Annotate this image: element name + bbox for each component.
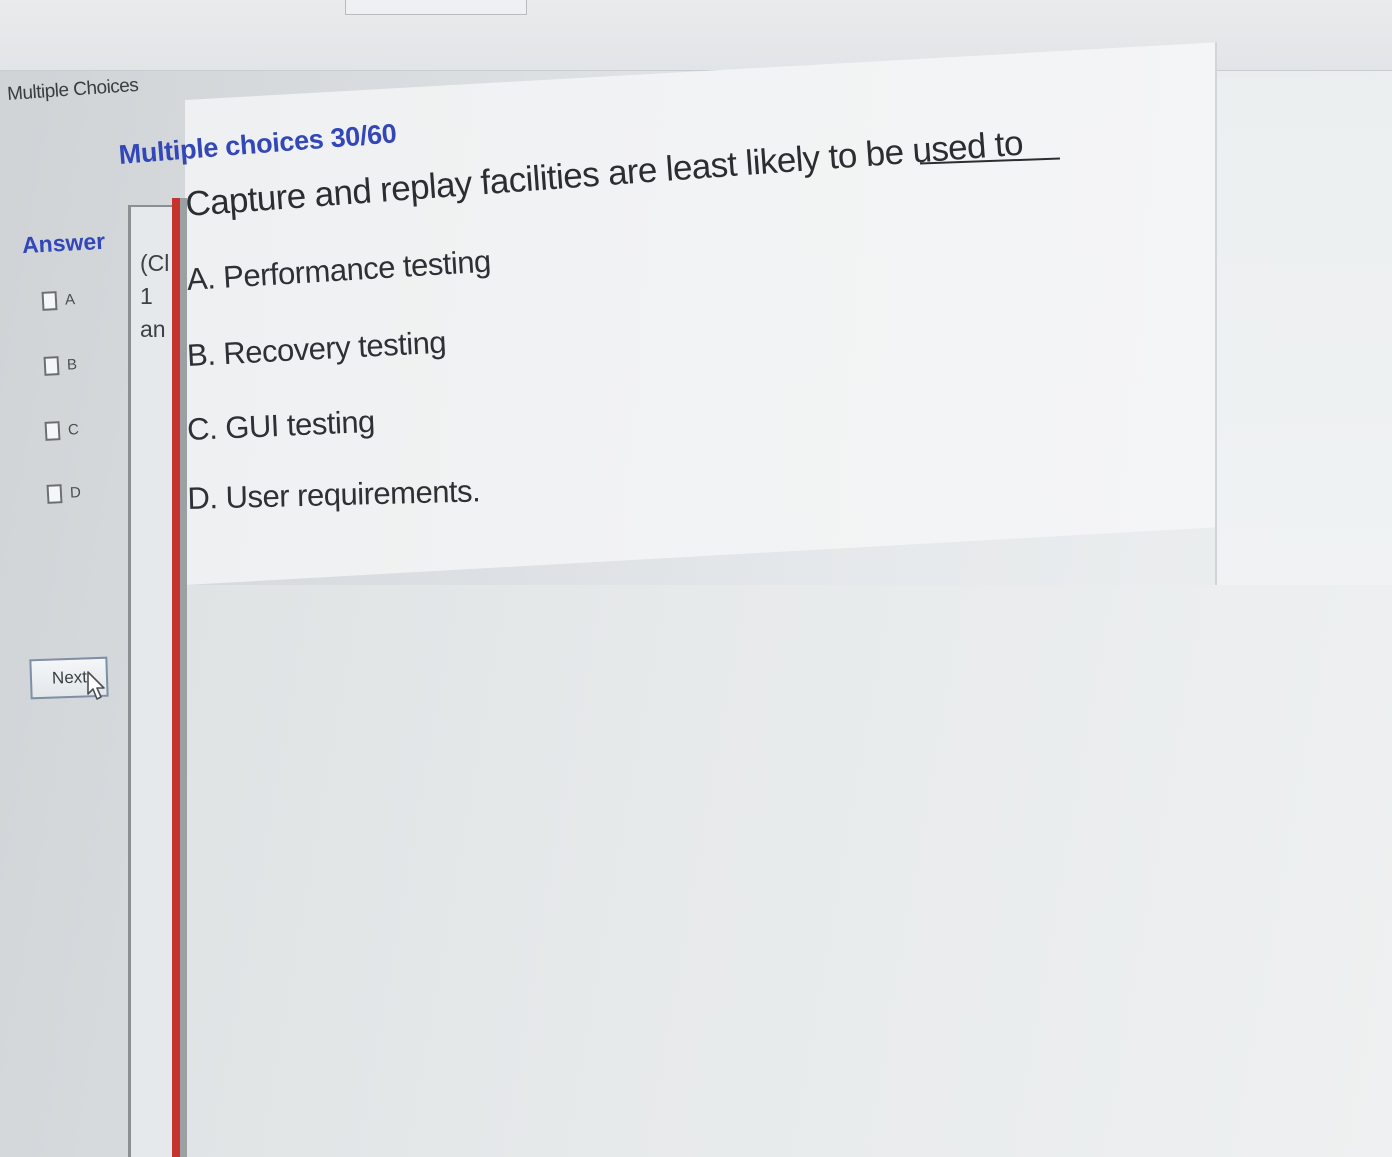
checkbox-b[interactable]: [43, 356, 60, 376]
side-column-line: an: [140, 316, 166, 342]
answer-option-letter: D: [69, 484, 82, 502]
checkbox-a[interactable]: [41, 291, 58, 311]
checkbox-d[interactable]: [46, 484, 63, 504]
content-lower-area: [187, 585, 1392, 1157]
answer-option-c[interactable]: C: [44, 420, 80, 441]
answer-option-d[interactable]: D: [46, 483, 82, 504]
side-column-line: 1: [140, 283, 153, 309]
answer-option-a[interactable]: A: [41, 290, 76, 311]
answer-heading: Answer: [21, 227, 106, 259]
mouse-pointer-icon: [87, 671, 105, 700]
answer-option-letter: A: [64, 291, 76, 309]
toolbar-field-stub: [345, 0, 527, 15]
checkbox-c[interactable]: [44, 421, 61, 441]
side-column: [128, 205, 175, 1157]
side-column-line: (Cl: [140, 250, 170, 276]
answer-option-b[interactable]: B: [43, 355, 78, 376]
answer-option-letter: B: [66, 356, 78, 374]
choice-d: D. User requirements.: [187, 473, 481, 517]
red-divider: [172, 198, 180, 1157]
quiz-window: Multiple Choices Multiple choices 30/60 …: [0, 0, 1392, 1157]
answer-option-letter: C: [67, 421, 80, 439]
